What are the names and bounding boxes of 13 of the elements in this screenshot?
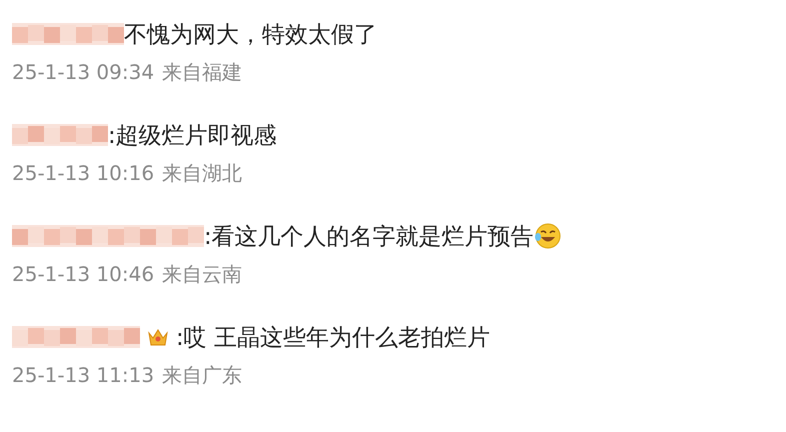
comment-text: :看这几个人的名字就是烂片预告 bbox=[204, 222, 534, 252]
comment-time: 25-1-13 09:34 bbox=[12, 60, 154, 84]
comment-text: :超级烂片即视感 bbox=[108, 122, 277, 150]
comment-time: 25-1-13 10:16 bbox=[12, 161, 154, 185]
comment-text: :哎 王晶这些年为什么老拍烂片 bbox=[176, 324, 490, 352]
comment-location: 来自广东 bbox=[162, 362, 242, 388]
laughing-crying-emoji-icon bbox=[534, 222, 562, 250]
comment-location: 来自福建 bbox=[162, 58, 242, 86]
comment-location: 来自湖北 bbox=[162, 160, 242, 186]
comment-location: 来自云南 bbox=[162, 260, 242, 288]
comment-text: 不愧为网大，特效太假了 bbox=[124, 20, 377, 50]
comment-time: 25-1-13 10:46 bbox=[12, 262, 154, 286]
comment-time: 25-1-13 11:13 bbox=[12, 363, 154, 387]
